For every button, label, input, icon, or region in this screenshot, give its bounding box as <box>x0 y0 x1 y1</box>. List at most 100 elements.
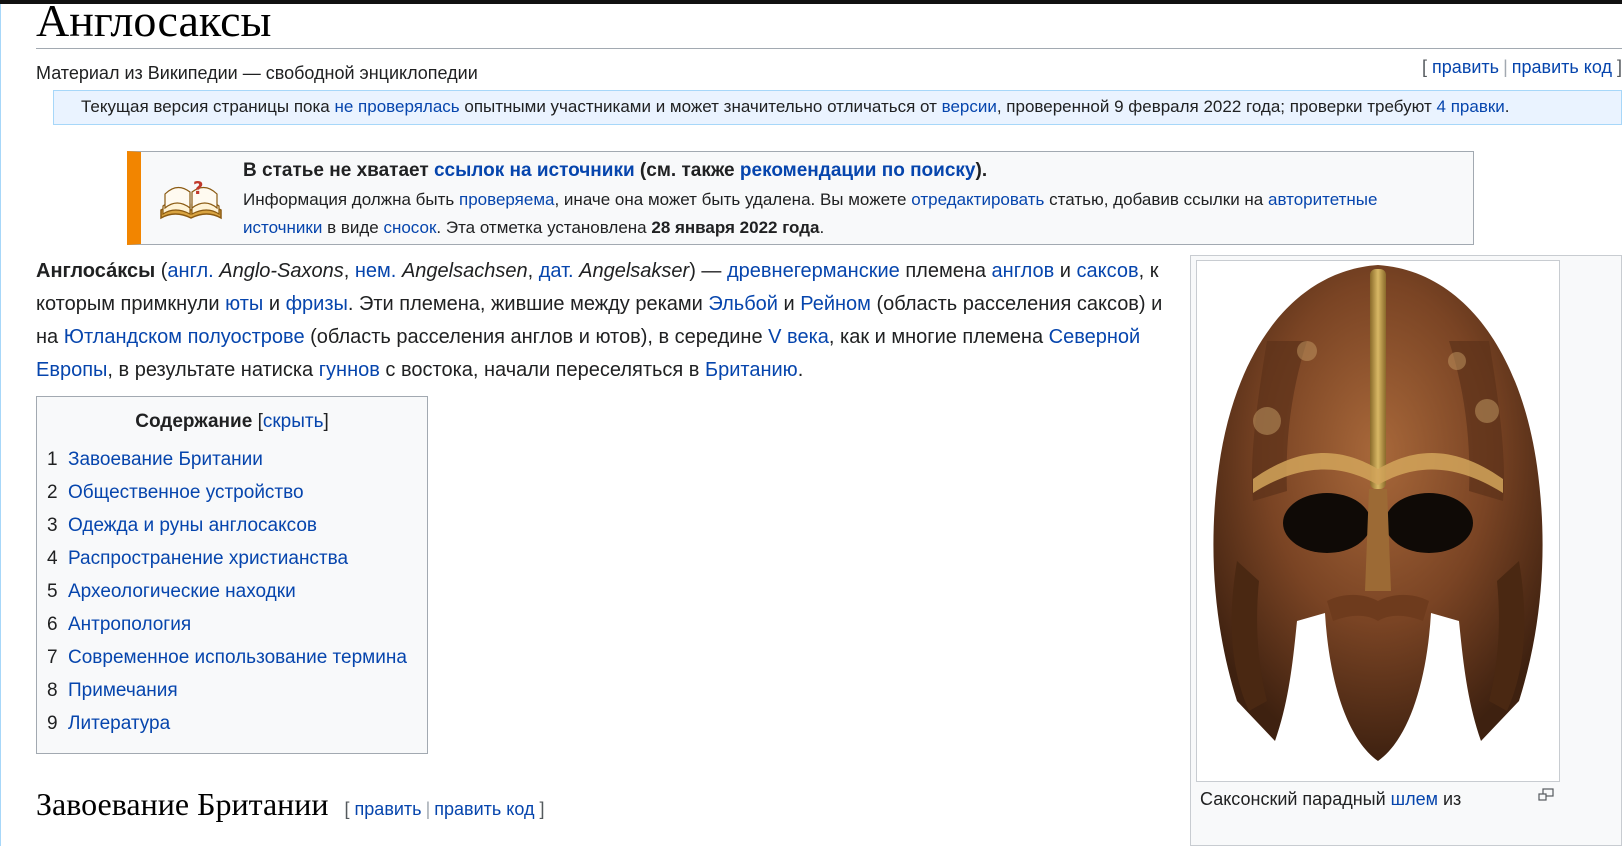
not-reviewed-link[interactable]: не проверялась <box>334 97 459 116</box>
footnotes-link[interactable]: сносок <box>383 218 436 237</box>
lead-text: (область расселения англов и ютов), в се… <box>304 326 769 348</box>
lead-text: и <box>1054 260 1077 282</box>
title-divider <box>36 48 1622 49</box>
english-lang-link[interactable]: англ. <box>167 260 213 282</box>
stable-version-link[interactable]: версии <box>942 97 997 116</box>
toc-item-link[interactable]: Примечания <box>68 680 178 701</box>
notice-text: , проверенной 9 февраля 2022 года; прове… <box>996 97 1437 116</box>
toc-hide-link[interactable]: скрыть <box>263 411 324 432</box>
body-text: Информация должна быть <box>243 190 459 209</box>
toc-item-number: 6 <box>47 614 58 635</box>
citation-needed-title: В статье не хватает ссылок на источники … <box>243 158 1453 184</box>
toc-list: 1 Завоевание Британии 2 Общественное устро… <box>47 443 427 740</box>
magnify-icon[interactable] <box>1538 788 1554 802</box>
toc-item-link[interactable]: Завоевание Британии <box>68 449 263 470</box>
danish-term: Angelsakser <box>579 260 690 282</box>
lead-text: с востока, начали переселяться в <box>379 359 705 381</box>
german-term: Angelsachsen <box>401 260 528 282</box>
bracket-close: ] <box>1616 57 1622 77</box>
toc-item-link[interactable]: Распространение христианства <box>68 548 348 569</box>
ancient-germanic-link[interactable]: древнегерманские <box>727 260 900 282</box>
saxons-link[interactable]: саксов <box>1077 260 1139 282</box>
toc-item-link[interactable]: Общественное устройство <box>68 482 304 503</box>
edit-article-link[interactable]: отредактировать <box>911 190 1044 209</box>
toc-item: 3 Одежда и руны англосаксов <box>47 509 427 542</box>
huns-link[interactable]: гуннов <box>319 359 380 381</box>
citation-needed-text: В статье не хватает ссылок на источники … <box>243 158 1453 242</box>
body-text: . <box>819 218 825 237</box>
toc-item-link[interactable]: Одежда и руны англосаксов <box>68 515 317 536</box>
toc-item-number: 5 <box>47 581 58 602</box>
elbe-link[interactable]: Эльбой <box>708 293 778 315</box>
danish-lang-link[interactable]: дат. <box>539 260 574 282</box>
page-edit-links: [ править | править код ] <box>1422 57 1622 78</box>
toc-item: 4 Распространение христианства <box>47 542 427 575</box>
separator: | <box>425 799 431 819</box>
infobox-caption: Саксонский парадный шлем из <box>1200 787 1560 811</box>
tag-date: 28 января 2022 года <box>651 218 820 237</box>
angles-link[interactable]: англов <box>992 260 1055 282</box>
citation-needed-box: ? В статье не хватает ссылок на источник… <box>127 151 1474 245</box>
sutton-hoo-helmet-image[interactable] <box>1197 261 1559 781</box>
toc-item-link[interactable]: Литература <box>68 713 170 734</box>
svg-text:?: ? <box>193 178 203 199</box>
fifth-century-link[interactable]: V века <box>768 326 829 348</box>
notice-text: опытными участниками и может значительно… <box>459 97 942 116</box>
toc-toggle-bracket: ] <box>323 411 329 432</box>
title-text: ). <box>975 160 988 181</box>
toc-item-link[interactable]: Археологические находки <box>68 581 296 602</box>
frisians-link[interactable]: фризы <box>286 293 348 315</box>
table-of-contents: Содержание [скрыть] 1 Завоевание Британии… <box>36 396 428 754</box>
bracket-open: [ <box>344 799 350 819</box>
helmet-link[interactable]: шлем <box>1391 789 1438 809</box>
page-edit-link[interactable]: править <box>1432 57 1499 77</box>
toc-item-link[interactable]: Современное использование термина <box>68 647 407 668</box>
lead-text: , в результате натиска <box>107 359 319 381</box>
title-text: В статье не хватает <box>243 160 434 181</box>
section-edit-source-link[interactable]: править код <box>434 799 534 819</box>
site-subtitle: Материал из Википедии — свободной энцикл… <box>36 63 478 83</box>
toc-item: 2 Общественное устройство <box>47 476 427 509</box>
jutes-link[interactable]: юты <box>225 293 263 315</box>
toc-item-link[interactable]: Антропология <box>68 614 191 635</box>
pending-edits-link[interactable]: 4 правки <box>1437 97 1505 116</box>
page-title: Англосаксы <box>36 0 272 46</box>
verifiability-link[interactable]: проверяема <box>459 190 554 209</box>
toc-item-number: 8 <box>47 680 58 701</box>
lead-text: ( <box>155 260 168 282</box>
body-text: в виде <box>322 218 384 237</box>
toc-item: 9 Литература <box>47 707 427 740</box>
english-term: Anglo-Saxons <box>219 260 344 282</box>
notice-text: Текущая версия страницы пока <box>81 97 335 116</box>
infobox-image-frame[interactable] <box>1196 260 1560 782</box>
caption-text: Саксонский парадный <box>1200 789 1391 809</box>
section-edit-link[interactable]: править <box>355 799 422 819</box>
britain-link[interactable]: Британию <box>705 359 798 381</box>
toc-item-number: 3 <box>47 515 58 536</box>
citation-needed-body: Информация должна быть проверяема, иначе… <box>243 186 1453 242</box>
lead-text: и <box>263 293 286 315</box>
toc-item-number: 4 <box>47 548 58 569</box>
section-title: Завоевание Британии <box>36 786 329 822</box>
toc-item: 6 Антропология <box>47 608 427 641</box>
toc-item-number: 1 <box>47 449 58 470</box>
body-text: . Эта отметка установлена <box>436 218 652 237</box>
book-question-icon: ? <box>160 178 222 220</box>
lead-paragraph: Англоса́ксы (англ. Anglo-Saxons, нем. An… <box>36 255 1166 387</box>
german-lang-link[interactable]: нем. <box>355 260 396 282</box>
jutland-link[interactable]: Ютландском полуострове <box>64 326 305 348</box>
content-left-border <box>0 4 1 846</box>
separator: | <box>1503 57 1508 77</box>
section-heading: Завоевание Британии [ править | править код… <box>36 784 545 829</box>
lead-text: племена <box>899 260 992 282</box>
toc-item-number: 2 <box>47 482 58 503</box>
search-recommendations-link[interactable]: рекомендации по поиску <box>740 160 976 181</box>
rhine-link[interactable]: Рейном <box>800 293 871 315</box>
body-text: статью, добавив ссылки на <box>1044 190 1268 209</box>
notice-text: . <box>1504 97 1510 116</box>
toc-item: 7 Современное использование термина <box>47 641 427 674</box>
sources-link[interactable]: ссылок на источники <box>434 160 635 181</box>
lead-text: , <box>527 260 539 282</box>
title-text: (см. также <box>634 160 740 181</box>
page-edit-source-link[interactable]: править код <box>1512 57 1612 77</box>
